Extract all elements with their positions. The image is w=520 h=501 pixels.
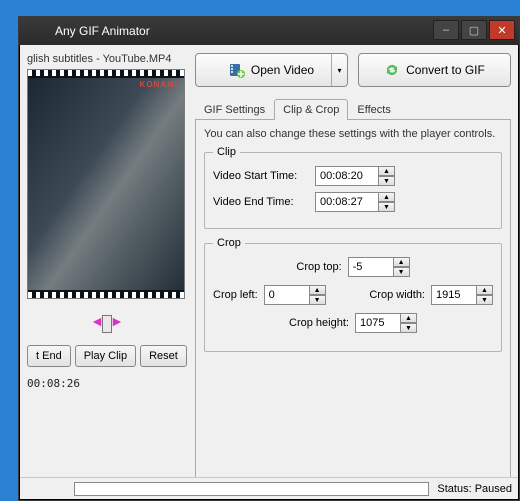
- open-video-label: Open Video: [251, 63, 314, 77]
- crop-width-input[interactable]: [431, 285, 477, 305]
- crop-left-input[interactable]: [264, 285, 310, 305]
- window-controls: – ▢ ✕: [433, 20, 515, 40]
- close-button[interactable]: ✕: [489, 20, 515, 40]
- tab-effects[interactable]: Effects: [348, 99, 399, 120]
- start-time-stepper[interactable]: ▲▼: [315, 166, 395, 186]
- progress-bar: [74, 482, 429, 496]
- video-preview[interactable]: KONAMI: [27, 69, 185, 299]
- window-title: Any GIF Animator: [55, 24, 150, 38]
- crop-top-down[interactable]: ▼: [394, 267, 410, 277]
- crop-height-input[interactable]: [355, 313, 401, 333]
- chevron-down-icon: ▾: [337, 66, 341, 75]
- end-marker-icon[interactable]: ►: [110, 313, 124, 339]
- open-video-button[interactable]: Open Video ▾: [195, 53, 348, 87]
- end-time-up[interactable]: ▲: [379, 192, 395, 202]
- crop-width-down[interactable]: ▼: [477, 295, 493, 305]
- clip-group: Clip Video Start Time: ▲▼ Video End Time…: [204, 146, 502, 229]
- clip-buttons-row: t End Play Clip Reset: [27, 345, 187, 367]
- crop-legend: Crop: [213, 237, 245, 249]
- crop-height-label: Crop height:: [289, 317, 349, 329]
- crop-width-label: Crop width:: [369, 289, 425, 301]
- reset-button[interactable]: Reset: [140, 345, 187, 367]
- crop-height-down[interactable]: ▼: [401, 323, 417, 333]
- start-time-down[interactable]: ▼: [379, 176, 395, 186]
- konami-watermark: KONAMI: [140, 80, 178, 89]
- maximize-button[interactable]: ▢: [461, 20, 487, 40]
- start-time-input[interactable]: [315, 166, 379, 186]
- crop-height-up[interactable]: ▲: [401, 313, 417, 323]
- convert-icon: [384, 62, 400, 78]
- crop-top-stepper[interactable]: ▲▼: [348, 257, 410, 277]
- crop-top-label: Crop top:: [296, 261, 341, 273]
- tab-panel: You can also change these settings with …: [195, 120, 511, 492]
- start-time-label: Video Start Time:: [213, 170, 309, 182]
- end-time-label: Video End Time:: [213, 196, 309, 208]
- start-time-up[interactable]: ▲: [379, 166, 395, 176]
- panel-hint: You can also change these settings with …: [204, 128, 502, 140]
- play-clip-button[interactable]: Play Clip: [75, 345, 136, 367]
- crop-height-stepper[interactable]: ▲▼: [355, 313, 417, 333]
- crop-width-up[interactable]: ▲: [477, 285, 493, 295]
- crop-left-down[interactable]: ▼: [310, 295, 326, 305]
- convert-label: Convert to GIF: [406, 63, 485, 77]
- crop-left-up[interactable]: ▲: [310, 285, 326, 295]
- file-name-label: glish subtitles - YouTube.MP4: [27, 53, 187, 65]
- end-time-stepper[interactable]: ▲▼: [315, 192, 395, 212]
- open-video-dropdown[interactable]: ▾: [331, 54, 347, 86]
- content-area: glish subtitles - YouTube.MP4 KONAMI ◄ ►…: [19, 45, 519, 500]
- left-pane: glish subtitles - YouTube.MP4 KONAMI ◄ ►…: [27, 53, 187, 492]
- current-time: 00:08:26: [27, 377, 187, 390]
- slider-thumb[interactable]: [102, 315, 112, 333]
- end-time-input[interactable]: [315, 192, 379, 212]
- preview-frame: [28, 78, 184, 290]
- action-buttons-row: Open Video ▾ Convert to GIF: [195, 53, 511, 87]
- tab-gif-settings[interactable]: GIF Settings: [195, 99, 274, 120]
- crop-left-stepper[interactable]: ▲▼: [264, 285, 326, 305]
- right-pane: Open Video ▾ Convert to GIF GIF Settings…: [195, 53, 511, 492]
- crop-width-stepper[interactable]: ▲▼: [431, 285, 493, 305]
- minimize-button[interactable]: –: [433, 20, 459, 40]
- tab-clip-crop[interactable]: Clip & Crop: [274, 99, 348, 120]
- crop-top-input[interactable]: [348, 257, 394, 277]
- crop-top-up[interactable]: ▲: [394, 257, 410, 267]
- trim-slider[interactable]: ◄ ►: [27, 313, 187, 339]
- set-end-button[interactable]: t End: [27, 345, 71, 367]
- film-open-icon: [229, 62, 245, 78]
- clip-legend: Clip: [213, 146, 240, 158]
- status-text: Status: Paused: [437, 483, 512, 495]
- tab-strip: GIF Settings Clip & Crop Effects: [195, 99, 511, 120]
- title-bar[interactable]: Any GIF Animator – ▢ ✕: [19, 17, 519, 45]
- end-time-down[interactable]: ▼: [379, 202, 395, 212]
- crop-left-label: Crop left:: [213, 289, 258, 301]
- crop-group: Crop Crop top: ▲▼ Crop left: ▲▼: [204, 237, 502, 352]
- convert-button[interactable]: Convert to GIF: [358, 53, 511, 87]
- status-bar: Status: Paused: [20, 477, 518, 499]
- app-window: Any GIF Animator – ▢ ✕ glish subtitles -…: [18, 16, 520, 501]
